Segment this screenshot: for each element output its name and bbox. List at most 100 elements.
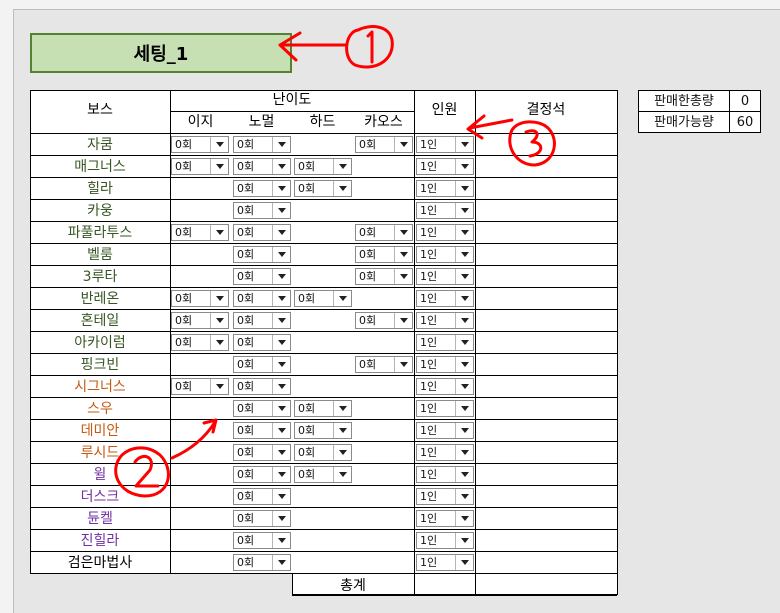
normal-count-dropdown[interactable]: 0회 bbox=[233, 466, 291, 483]
chevron-down-icon[interactable] bbox=[455, 313, 473, 328]
chevron-down-icon[interactable] bbox=[272, 137, 290, 152]
chevron-down-icon[interactable] bbox=[272, 555, 290, 570]
chevron-down-icon[interactable] bbox=[333, 159, 351, 174]
hard-count-dropdown[interactable]: 0회 bbox=[294, 422, 352, 439]
chevron-down-icon[interactable] bbox=[272, 511, 290, 526]
chevron-down-icon[interactable] bbox=[455, 203, 473, 218]
chevron-down-icon[interactable] bbox=[455, 269, 473, 284]
party-count-dropdown[interactable]: 1인 bbox=[416, 400, 474, 417]
party-count-dropdown[interactable]: 1인 bbox=[416, 268, 474, 285]
party-count-dropdown[interactable]: 1인 bbox=[416, 466, 474, 483]
chevron-down-icon[interactable] bbox=[333, 181, 351, 196]
chevron-down-icon[interactable] bbox=[455, 511, 473, 526]
sellable-total-value[interactable]: 60 bbox=[729, 111, 761, 133]
normal-count-dropdown[interactable]: 0회 bbox=[233, 334, 291, 351]
chevron-down-icon[interactable] bbox=[272, 335, 290, 350]
normal-count-dropdown[interactable]: 0회 bbox=[233, 224, 291, 241]
chevron-down-icon[interactable] bbox=[272, 467, 290, 482]
chevron-down-icon[interactable] bbox=[333, 401, 351, 416]
easy-count-dropdown[interactable]: 0회 bbox=[171, 158, 229, 175]
chevron-down-icon[interactable] bbox=[455, 401, 473, 416]
chevron-down-icon[interactable] bbox=[272, 423, 290, 438]
chevron-down-icon[interactable] bbox=[272, 313, 290, 328]
chevron-down-icon[interactable] bbox=[455, 555, 473, 570]
chevron-down-icon[interactable] bbox=[455, 445, 473, 460]
chevron-down-icon[interactable] bbox=[272, 379, 290, 394]
easy-count-dropdown[interactable]: 0회 bbox=[171, 312, 229, 329]
chevron-down-icon[interactable] bbox=[210, 313, 228, 328]
chaos-count-dropdown[interactable]: 0회 bbox=[355, 224, 413, 241]
party-count-dropdown[interactable]: 1인 bbox=[416, 246, 474, 263]
chevron-down-icon[interactable] bbox=[272, 159, 290, 174]
party-count-dropdown[interactable]: 1인 bbox=[416, 444, 474, 461]
chevron-down-icon[interactable] bbox=[272, 181, 290, 196]
chevron-down-icon[interactable] bbox=[333, 445, 351, 460]
chaos-count-dropdown[interactable]: 0회 bbox=[355, 136, 413, 153]
normal-count-dropdown[interactable]: 0회 bbox=[233, 532, 291, 549]
normal-count-dropdown[interactable]: 0회 bbox=[233, 356, 291, 373]
party-count-dropdown[interactable]: 1인 bbox=[416, 532, 474, 549]
normal-count-dropdown[interactable]: 0회 bbox=[233, 290, 291, 307]
chevron-down-icon[interactable] bbox=[272, 269, 290, 284]
easy-count-dropdown[interactable]: 0회 bbox=[171, 136, 229, 153]
chevron-down-icon[interactable] bbox=[455, 225, 473, 240]
party-count-dropdown[interactable]: 1인 bbox=[416, 180, 474, 197]
chevron-down-icon[interactable] bbox=[455, 335, 473, 350]
normal-count-dropdown[interactable]: 0회 bbox=[233, 422, 291, 439]
party-count-dropdown[interactable]: 1인 bbox=[416, 202, 474, 219]
chevron-down-icon[interactable] bbox=[272, 401, 290, 416]
chevron-down-icon[interactable] bbox=[210, 379, 228, 394]
party-count-dropdown[interactable]: 1인 bbox=[416, 488, 474, 505]
chevron-down-icon[interactable] bbox=[455, 159, 473, 174]
chevron-down-icon[interactable] bbox=[210, 225, 228, 240]
normal-count-dropdown[interactable]: 0회 bbox=[233, 158, 291, 175]
party-count-dropdown[interactable]: 1인 bbox=[416, 224, 474, 241]
normal-count-dropdown[interactable]: 0회 bbox=[233, 488, 291, 505]
hard-count-dropdown[interactable]: 0회 bbox=[294, 400, 352, 417]
chevron-down-icon[interactable] bbox=[272, 533, 290, 548]
normal-count-dropdown[interactable]: 0회 bbox=[233, 180, 291, 197]
chevron-down-icon[interactable] bbox=[394, 313, 412, 328]
chevron-down-icon[interactable] bbox=[333, 291, 351, 306]
party-count-dropdown[interactable]: 1인 bbox=[416, 378, 474, 395]
easy-count-dropdown[interactable]: 0회 bbox=[171, 224, 229, 241]
chevron-down-icon[interactable] bbox=[333, 423, 351, 438]
normal-count-dropdown[interactable]: 0회 bbox=[233, 136, 291, 153]
chevron-down-icon[interactable] bbox=[455, 423, 473, 438]
chevron-down-icon[interactable] bbox=[455, 291, 473, 306]
hard-count-dropdown[interactable]: 0회 bbox=[294, 466, 352, 483]
chevron-down-icon[interactable] bbox=[272, 291, 290, 306]
chaos-count-dropdown[interactable]: 0회 bbox=[355, 356, 413, 373]
chevron-down-icon[interactable] bbox=[394, 357, 412, 372]
easy-count-dropdown[interactable]: 0회 bbox=[171, 334, 229, 351]
chevron-down-icon[interactable] bbox=[210, 137, 228, 152]
party-count-dropdown[interactable]: 1인 bbox=[416, 312, 474, 329]
normal-count-dropdown[interactable]: 0회 bbox=[233, 312, 291, 329]
chevron-down-icon[interactable] bbox=[394, 137, 412, 152]
normal-count-dropdown[interactable]: 0회 bbox=[233, 378, 291, 395]
chevron-down-icon[interactable] bbox=[455, 489, 473, 504]
chevron-down-icon[interactable] bbox=[272, 445, 290, 460]
easy-count-dropdown[interactable]: 0회 bbox=[171, 378, 229, 395]
party-count-dropdown[interactable]: 1인 bbox=[416, 554, 474, 571]
normal-count-dropdown[interactable]: 0회 bbox=[233, 510, 291, 527]
chaos-count-dropdown[interactable]: 0회 bbox=[355, 246, 413, 263]
chaos-count-dropdown[interactable]: 0회 bbox=[355, 312, 413, 329]
chevron-down-icon[interactable] bbox=[394, 269, 412, 284]
chevron-down-icon[interactable] bbox=[394, 247, 412, 262]
party-count-dropdown[interactable]: 1인 bbox=[416, 356, 474, 373]
party-count-dropdown[interactable]: 1인 bbox=[416, 136, 474, 153]
easy-count-dropdown[interactable]: 0회 bbox=[171, 290, 229, 307]
party-count-dropdown[interactable]: 1인 bbox=[416, 290, 474, 307]
chevron-down-icon[interactable] bbox=[333, 467, 351, 482]
hard-count-dropdown[interactable]: 0회 bbox=[294, 180, 352, 197]
normal-count-dropdown[interactable]: 0회 bbox=[233, 400, 291, 417]
normal-count-dropdown[interactable]: 0회 bbox=[233, 444, 291, 461]
normal-count-dropdown[interactable]: 0회 bbox=[233, 268, 291, 285]
party-count-dropdown[interactable]: 1인 bbox=[416, 510, 474, 527]
chevron-down-icon[interactable] bbox=[272, 489, 290, 504]
hard-count-dropdown[interactable]: 0회 bbox=[294, 290, 352, 307]
chevron-down-icon[interactable] bbox=[455, 181, 473, 196]
chevron-down-icon[interactable] bbox=[272, 357, 290, 372]
chevron-down-icon[interactable] bbox=[455, 467, 473, 482]
